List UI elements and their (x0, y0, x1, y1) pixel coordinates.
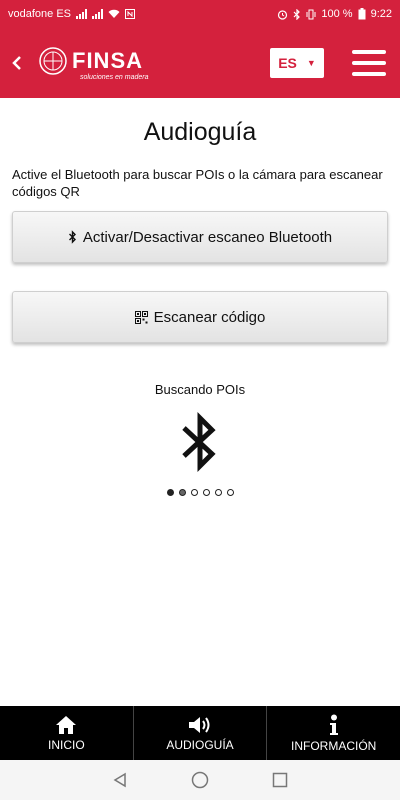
signal-icon (76, 9, 87, 19)
clock-label: 9:22 (370, 8, 392, 20)
nfc-icon (125, 9, 135, 19)
vibrate-icon (306, 9, 316, 19)
loading-indicator (167, 489, 234, 496)
nav-inicio[interactable]: INICIO (0, 706, 134, 760)
home-icon (56, 715, 77, 734)
page-title: Audioguía (143, 118, 257, 146)
carrier-label: vodafone ES (8, 8, 71, 20)
bluetooth-large-icon (182, 411, 216, 473)
brand-tagline: soluciones en madera (80, 73, 149, 81)
circle-home-icon (191, 771, 209, 789)
status-bar: vodafone ES 100 % 9:22 (0, 0, 400, 28)
loading-dot (215, 489, 222, 496)
loading-dot (227, 489, 234, 496)
language-selector[interactable]: ES ▼ (270, 48, 324, 78)
nav-informacion-label: INFORMACIÓN (291, 738, 377, 753)
hamburger-menu-button[interactable] (352, 50, 386, 76)
bottom-navigation: INICIO AUDIOGUÍA INFORMACIÓN (0, 706, 400, 760)
app-header: FINSA soluciones en madera ES ▼ (0, 28, 400, 98)
triangle-back-icon (113, 772, 126, 788)
nav-informacion[interactable]: INFORMACIÓN (267, 706, 400, 760)
searching-status: Buscando POIs (154, 382, 246, 397)
bluetooth-status-icon (293, 8, 301, 20)
system-back-button[interactable] (112, 772, 128, 788)
alarm-icon (278, 9, 288, 20)
instructions-text: Active el Bluetooth para buscar POIs o l… (12, 167, 383, 199)
scan-qr-button[interactable]: Escanear código (12, 291, 388, 343)
speaker-icon (189, 716, 210, 733)
square-recents-icon (273, 772, 288, 788)
loading-dot (167, 489, 174, 496)
loading-dot (203, 489, 210, 496)
finsa-logo: FINSA soluciones en madera (38, 46, 149, 81)
scan-qr-label: Escanear código (153, 308, 266, 326)
back-button[interactable] (12, 50, 32, 76)
toggle-bluetooth-scan-button[interactable]: Activar/Desactivar escaneo Bluetooth (12, 211, 388, 263)
signal-icon (92, 9, 103, 19)
info-icon (329, 714, 338, 735)
toggle-bluetooth-scan-label: Activar/Desactivar escaneo Bluetooth (82, 228, 333, 246)
nav-inicio-label: INICIO (48, 737, 85, 752)
language-value: ES (278, 55, 297, 71)
caret-down-icon: ▼ (306, 58, 316, 68)
battery-label: 100 % (321, 8, 353, 20)
loading-dot (179, 489, 186, 496)
loading-dot (191, 489, 198, 496)
nav-audioguia-label: AUDIOGUÍA (166, 737, 234, 752)
brand-name: FINSA (72, 47, 143, 73)
system-recents-button[interactable] (272, 772, 288, 788)
nav-audioguia[interactable]: AUDIOGUÍA (134, 706, 268, 760)
finsa-seal-icon (39, 46, 67, 75)
wifi-icon (108, 9, 120, 18)
bluetooth-icon (68, 230, 77, 244)
battery-icon (358, 8, 366, 20)
system-navigation-bar (0, 760, 400, 800)
chevron-left-icon (12, 56, 21, 70)
system-home-button[interactable] (191, 771, 209, 789)
qrcode-icon (134, 310, 148, 324)
